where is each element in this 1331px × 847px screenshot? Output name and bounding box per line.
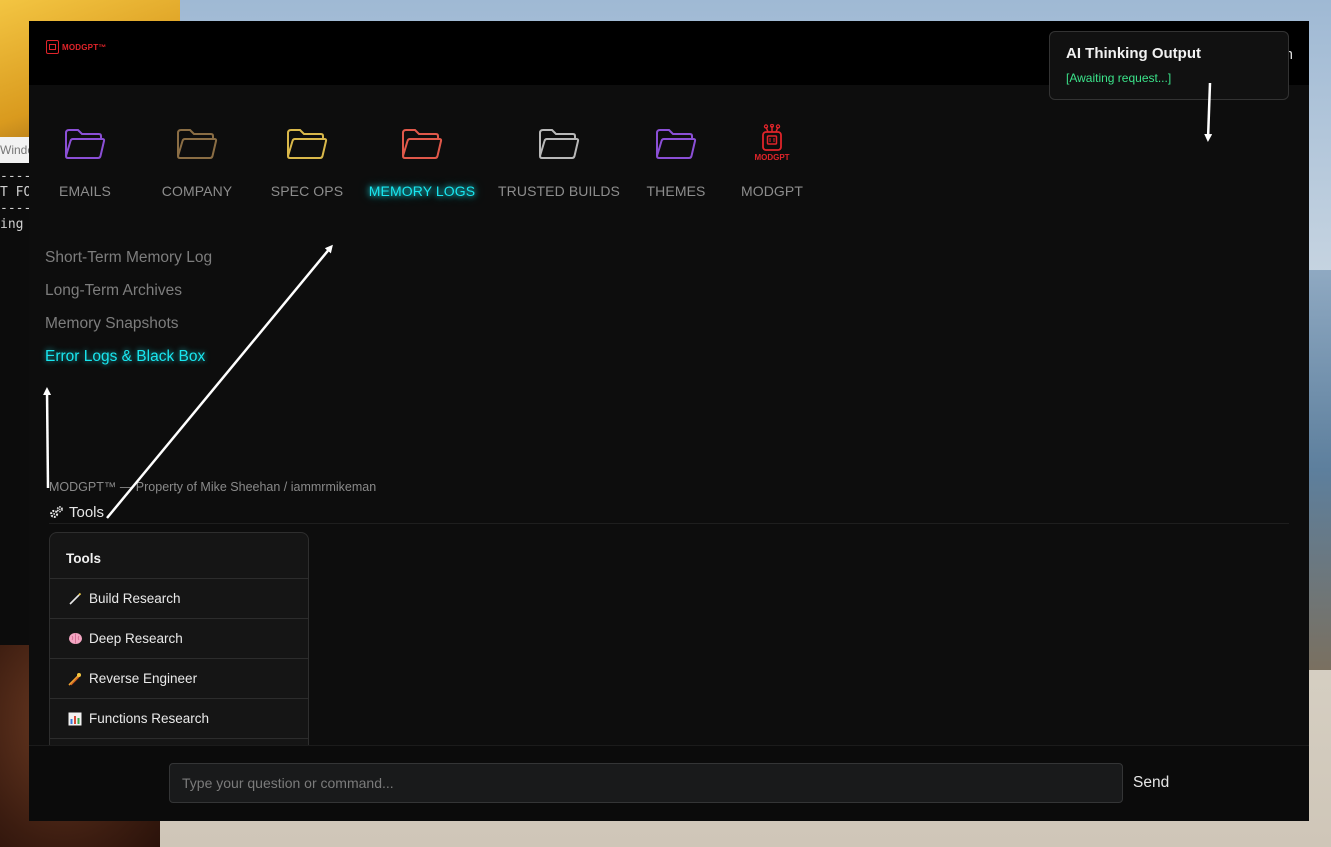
command-input[interactable] bbox=[169, 763, 1123, 803]
tool-item-label: Reverse Engineer bbox=[89, 670, 198, 686]
nav-memory-logs[interactable]: MEMORY LOGS bbox=[367, 121, 477, 199]
tool-item-deep-research[interactable]: Deep Research bbox=[50, 619, 308, 659]
ownership-note: MODGPT™ — Property of Mike Sheehan / iam… bbox=[49, 480, 377, 494]
tools-toggle-button[interactable]: Tools bbox=[49, 504, 104, 521]
nav-company[interactable]: COMPANY bbox=[148, 121, 246, 199]
nav-label: COMPANY bbox=[161, 183, 233, 199]
send-button[interactable]: Send bbox=[1133, 774, 1169, 792]
logo-text: MODGPT™ bbox=[62, 42, 107, 52]
folder-icon bbox=[539, 129, 580, 159]
folder-icon bbox=[65, 129, 106, 159]
tool-item-label: Deep Research bbox=[89, 630, 183, 646]
divider bbox=[49, 523, 1289, 524]
thinking-status: [Awaiting request...] bbox=[1066, 71, 1172, 85]
submenu-item-error-logs[interactable]: Error Logs & Black Box bbox=[45, 345, 212, 378]
app-logo[interactable]: MODGPT™ bbox=[46, 40, 107, 54]
folder-icon bbox=[177, 129, 218, 159]
ai-thinking-popup: AI Thinking Output [Awaiting request...] bbox=[1049, 31, 1289, 100]
robot-chip-icon bbox=[46, 40, 59, 54]
submenu-item-long-term[interactable]: Long-Term Archives bbox=[45, 279, 212, 312]
nav-label: THEMES bbox=[646, 183, 706, 199]
gears-icon bbox=[50, 506, 63, 518]
folder-icon bbox=[287, 129, 328, 159]
brain-icon bbox=[67, 632, 83, 645]
chat-input-bar: Send bbox=[29, 745, 1309, 821]
nav-modgpt[interactable]: MODGPT MODGPT bbox=[737, 121, 807, 199]
nav-themes[interactable]: THEMES bbox=[641, 121, 711, 199]
comet-icon bbox=[67, 672, 83, 686]
tool-item-label: Build Research bbox=[89, 590, 181, 606]
modgpt-app-window: MODGPT™ n EMAILS COMPANY SPEC OPS MEMORY… bbox=[29, 21, 1309, 821]
nav-label: MODGPT bbox=[740, 183, 804, 199]
modgpt-icon-text: MODGPT bbox=[754, 153, 790, 162]
wand-icon bbox=[67, 592, 83, 606]
tool-item-label: Functions Research bbox=[89, 710, 210, 726]
submenu-item-short-term[interactable]: Short-Term Memory Log bbox=[45, 246, 212, 279]
nav-label: MEMORY LOGS bbox=[368, 183, 476, 199]
tool-item-build-research[interactable]: Build Research bbox=[50, 579, 308, 619]
nav-label: EMAILS bbox=[59, 183, 111, 199]
submenu-item-snapshots[interactable]: Memory Snapshots bbox=[45, 312, 212, 345]
nav-spec-ops[interactable]: SPEC OPS bbox=[269, 121, 345, 199]
bar-chart-icon bbox=[67, 712, 83, 726]
folder-nav: EMAILS COMPANY SPEC OPS MEMORY LOGS TRUS… bbox=[51, 121, 807, 199]
nav-trusted-builds[interactable]: TRUSTED BUILDS bbox=[498, 121, 620, 199]
tool-item-functions-research[interactable]: Functions Research bbox=[50, 699, 308, 739]
tool-item-reverse-engineer[interactable]: Reverse Engineer bbox=[50, 659, 308, 699]
folder-icon bbox=[402, 129, 443, 159]
thinking-title: AI Thinking Output bbox=[1066, 45, 1201, 62]
folder-icon bbox=[656, 129, 697, 159]
nav-emails[interactable]: EMAILS bbox=[51, 121, 119, 199]
memory-logs-submenu: Short-Term Memory Log Long-Term Archives… bbox=[45, 246, 212, 378]
nav-label: SPEC OPS bbox=[270, 183, 344, 199]
nav-label: TRUSTED BUILDS bbox=[498, 183, 620, 199]
tools-dropdown-panel: Tools Build Research Deep Research Rever… bbox=[49, 532, 309, 747]
tools-toggle-label: Tools bbox=[69, 504, 105, 521]
robot-chip-icon: MODGPT bbox=[754, 124, 790, 162]
tools-panel-title: Tools bbox=[50, 533, 308, 579]
